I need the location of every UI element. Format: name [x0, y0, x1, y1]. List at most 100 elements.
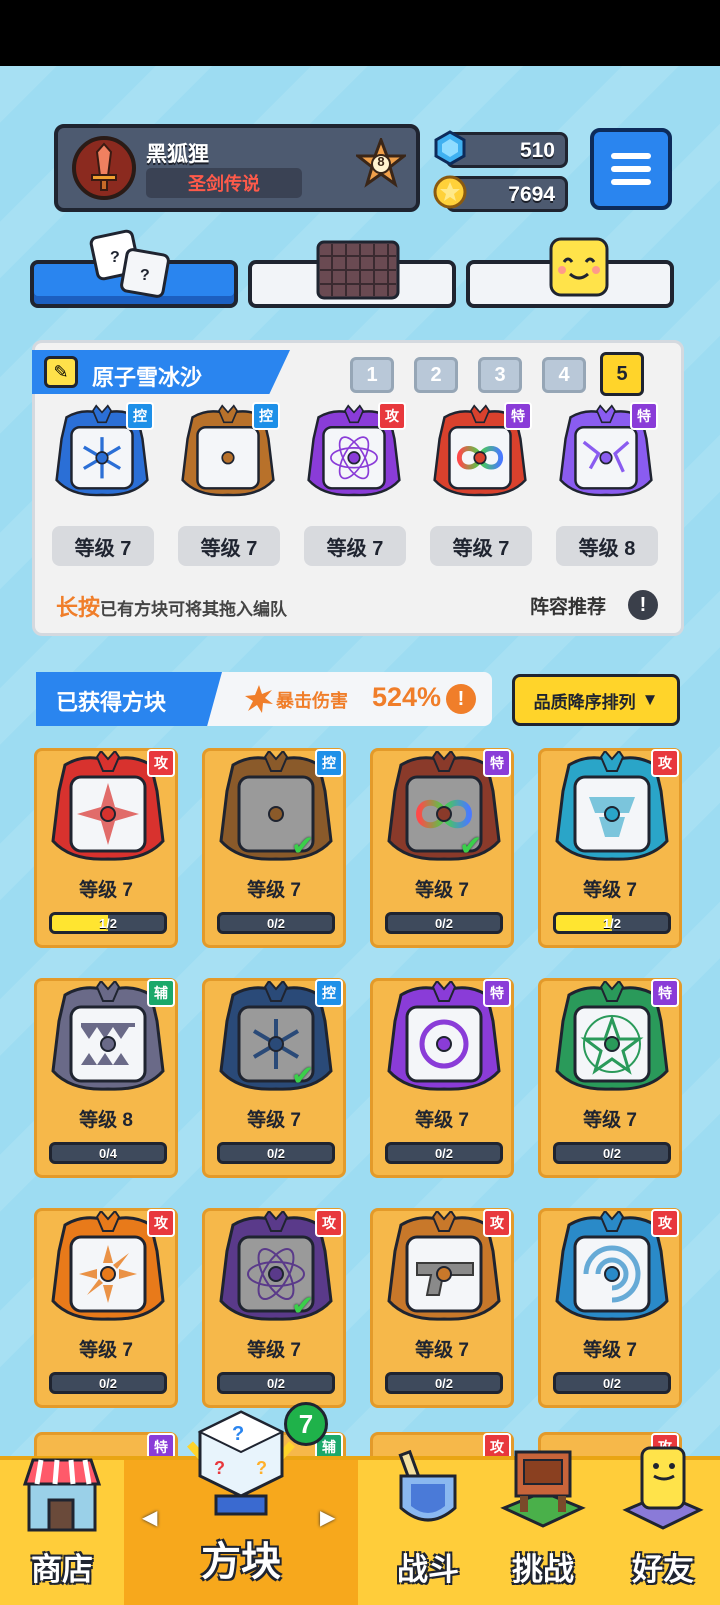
progress-text: 0/2	[266, 1145, 286, 1161]
lineup-recommend-label[interactable]: 阵容推荐	[530, 592, 606, 619]
owned-cube-card[interactable]: ✔ 控等级 7 0/2	[202, 978, 346, 1178]
pencil-icon: ✎	[53, 361, 69, 382]
cube-type-tag: 特	[630, 402, 658, 430]
progress-text: 1/2	[98, 915, 118, 931]
avatar	[72, 136, 136, 200]
edit-deck-name-button[interactable]: ✎	[44, 356, 78, 388]
owned-cube-card[interactable]: ✔ 控等级 7 0/2	[202, 748, 346, 948]
svg-text:?: ?	[140, 267, 150, 284]
owned-cube-card[interactable]: 攻等级 7 1/2	[538, 748, 682, 948]
progress-text: 0/4	[98, 1145, 118, 1161]
drag-hint: 长按已有方块可将其拖入编队	[56, 590, 287, 622]
player-profile[interactable]: 黑狐狸 圣剑传说 8	[54, 124, 420, 212]
deck-slot-2[interactable]: 2	[414, 357, 458, 393]
nav-battle[interactable]: 战斗	[376, 1449, 480, 1605]
progress-text: 1/2	[602, 915, 622, 931]
owned-cube-card[interactable]: 攻等级 7 0/2	[370, 1208, 514, 1408]
cubes-notification-badge: 7	[284, 1402, 328, 1446]
deck-cube-level: 等级 7	[304, 526, 406, 566]
upgrade-progress-bar: 0/2	[217, 1142, 335, 1164]
recommend-info-icon[interactable]: !	[628, 590, 658, 620]
sort-dropdown[interactable]: 品质降序排列 ▼	[512, 674, 680, 726]
nav-left-arrow-icon[interactable]: ◀	[142, 1505, 157, 1530]
deck-slot-4[interactable]: 4	[542, 357, 586, 393]
owned-cube-card[interactable]: 攻等级 7 0/2	[34, 1208, 178, 1408]
grid-board-icon	[316, 240, 400, 300]
player-name: 黑狐狸	[146, 143, 209, 166]
challenge-board-icon	[500, 1450, 586, 1528]
deck-slot-1[interactable]: 1	[350, 357, 394, 393]
progress-text: 0/2	[434, 915, 454, 931]
owned-cube-card[interactable]: ✔ 特等级 7 0/2	[370, 748, 514, 948]
progress-text: 0/2	[266, 915, 286, 931]
cube-type-tag: 辅	[147, 979, 175, 1007]
upgrade-progress-bar: 0/2	[385, 1372, 503, 1394]
deck-slot-3[interactable]: 3	[478, 357, 522, 393]
upgrade-progress-bar: 1/2	[553, 912, 671, 934]
smiley-cube-icon	[549, 237, 609, 297]
deck-cube[interactable]: 特	[554, 400, 658, 504]
rank-number: 8	[377, 154, 385, 169]
nav-shop-label: 商店	[31, 1552, 93, 1587]
owned-header: 已获得方块 暴击伤害 524% !	[36, 672, 492, 726]
upgrade-progress-bar: 0/2	[385, 912, 503, 934]
cube-type-tag: 攻	[483, 1209, 511, 1237]
nav-challenge[interactable]: 挑战	[490, 1450, 596, 1605]
card-level: 等级 7	[247, 1110, 301, 1131]
menu-icon	[611, 153, 651, 159]
cube-type-tag: 控	[126, 402, 154, 430]
bottom-nav: 商店 ? ? ? 方块 战斗 挑战 好友	[0, 1410, 720, 1605]
cube-type-tag: 特	[483, 979, 511, 1007]
upgrade-progress-bar: 0/2	[553, 1372, 671, 1394]
owned-cube-card[interactable]: 攻等级 7 1/2	[34, 748, 178, 948]
cube-type-tag: 攻	[315, 1209, 343, 1237]
crit-damage-value: 524%	[372, 682, 442, 712]
shop-icon	[22, 1458, 102, 1532]
progress-text: 0/2	[266, 1375, 286, 1391]
crit-info-icon[interactable]: !	[446, 684, 476, 714]
nav-shop[interactable]: 商店	[0, 1458, 124, 1605]
crit-burst-icon	[245, 685, 273, 713]
upgrade-progress-bar: 0/2	[49, 1372, 167, 1394]
equipped-check-icon: ✔	[459, 830, 483, 861]
equipped-check-icon: ✔	[291, 830, 315, 861]
owned-cube-card[interactable]: 攻等级 7 0/2	[538, 1208, 682, 1408]
deck-cube-level: 等级 7	[52, 526, 154, 566]
card-level: 等级 7	[415, 1340, 469, 1361]
card-level: 等级 7	[415, 880, 469, 901]
cube-type-tag: 特	[483, 749, 511, 777]
owned-cube-card[interactable]: 特等级 7 0/2	[370, 978, 514, 1178]
svg-text:?: ?	[214, 1458, 225, 1478]
deck-cube[interactable]: 控	[50, 400, 154, 504]
cube-type-tag: 攻	[378, 402, 406, 430]
progress-text: 0/2	[434, 1145, 454, 1161]
crit-damage-label: 暴击伤害	[276, 691, 348, 711]
deck-cube[interactable]: 特	[428, 400, 532, 504]
deck-cube[interactable]: 攻	[302, 400, 406, 504]
cube-type-tag: 控	[315, 749, 343, 777]
nav-cubes[interactable]: ? ? ? 方块	[124, 1410, 358, 1605]
card-level: 等级 7	[79, 1340, 133, 1361]
nav-challenge-label: 挑战	[512, 1552, 574, 1587]
upgrade-progress-bar: 1/2	[49, 912, 167, 934]
gold-coin-icon	[433, 175, 467, 209]
deck-slot-5[interactable]: 5	[600, 352, 644, 396]
owned-cube-card[interactable]: 辅等级 8 0/4	[34, 978, 178, 1178]
hint-text: 已有方块可将其拖入编队	[100, 600, 288, 619]
nav-right-arrow-icon[interactable]: ▶	[320, 1505, 335, 1530]
upgrade-progress-bar: 0/2	[217, 1372, 335, 1394]
progress-text: 0/2	[98, 1375, 118, 1391]
nav-friends[interactable]: 好友	[606, 1446, 720, 1605]
owned-cube-card[interactable]: 特等级 7 0/2	[538, 978, 682, 1178]
mystery-cube-icon: ? ? ?	[187, 1410, 295, 1516]
sword-icon	[91, 142, 117, 191]
owned-cube-card[interactable]: ✔ 攻等级 7 0/2	[202, 1208, 346, 1408]
nav-cubes-label: 方块	[201, 1540, 281, 1584]
card-level: 等级 7	[247, 1340, 301, 1361]
caret-down-icon: ▼	[641, 690, 659, 709]
card-level: 等级 7	[415, 1110, 469, 1131]
card-level: 等级 7	[247, 880, 301, 901]
menu-button[interactable]	[590, 128, 672, 210]
deck-cube[interactable]: 控	[176, 400, 280, 504]
card-level: 等级 7	[583, 1340, 637, 1361]
